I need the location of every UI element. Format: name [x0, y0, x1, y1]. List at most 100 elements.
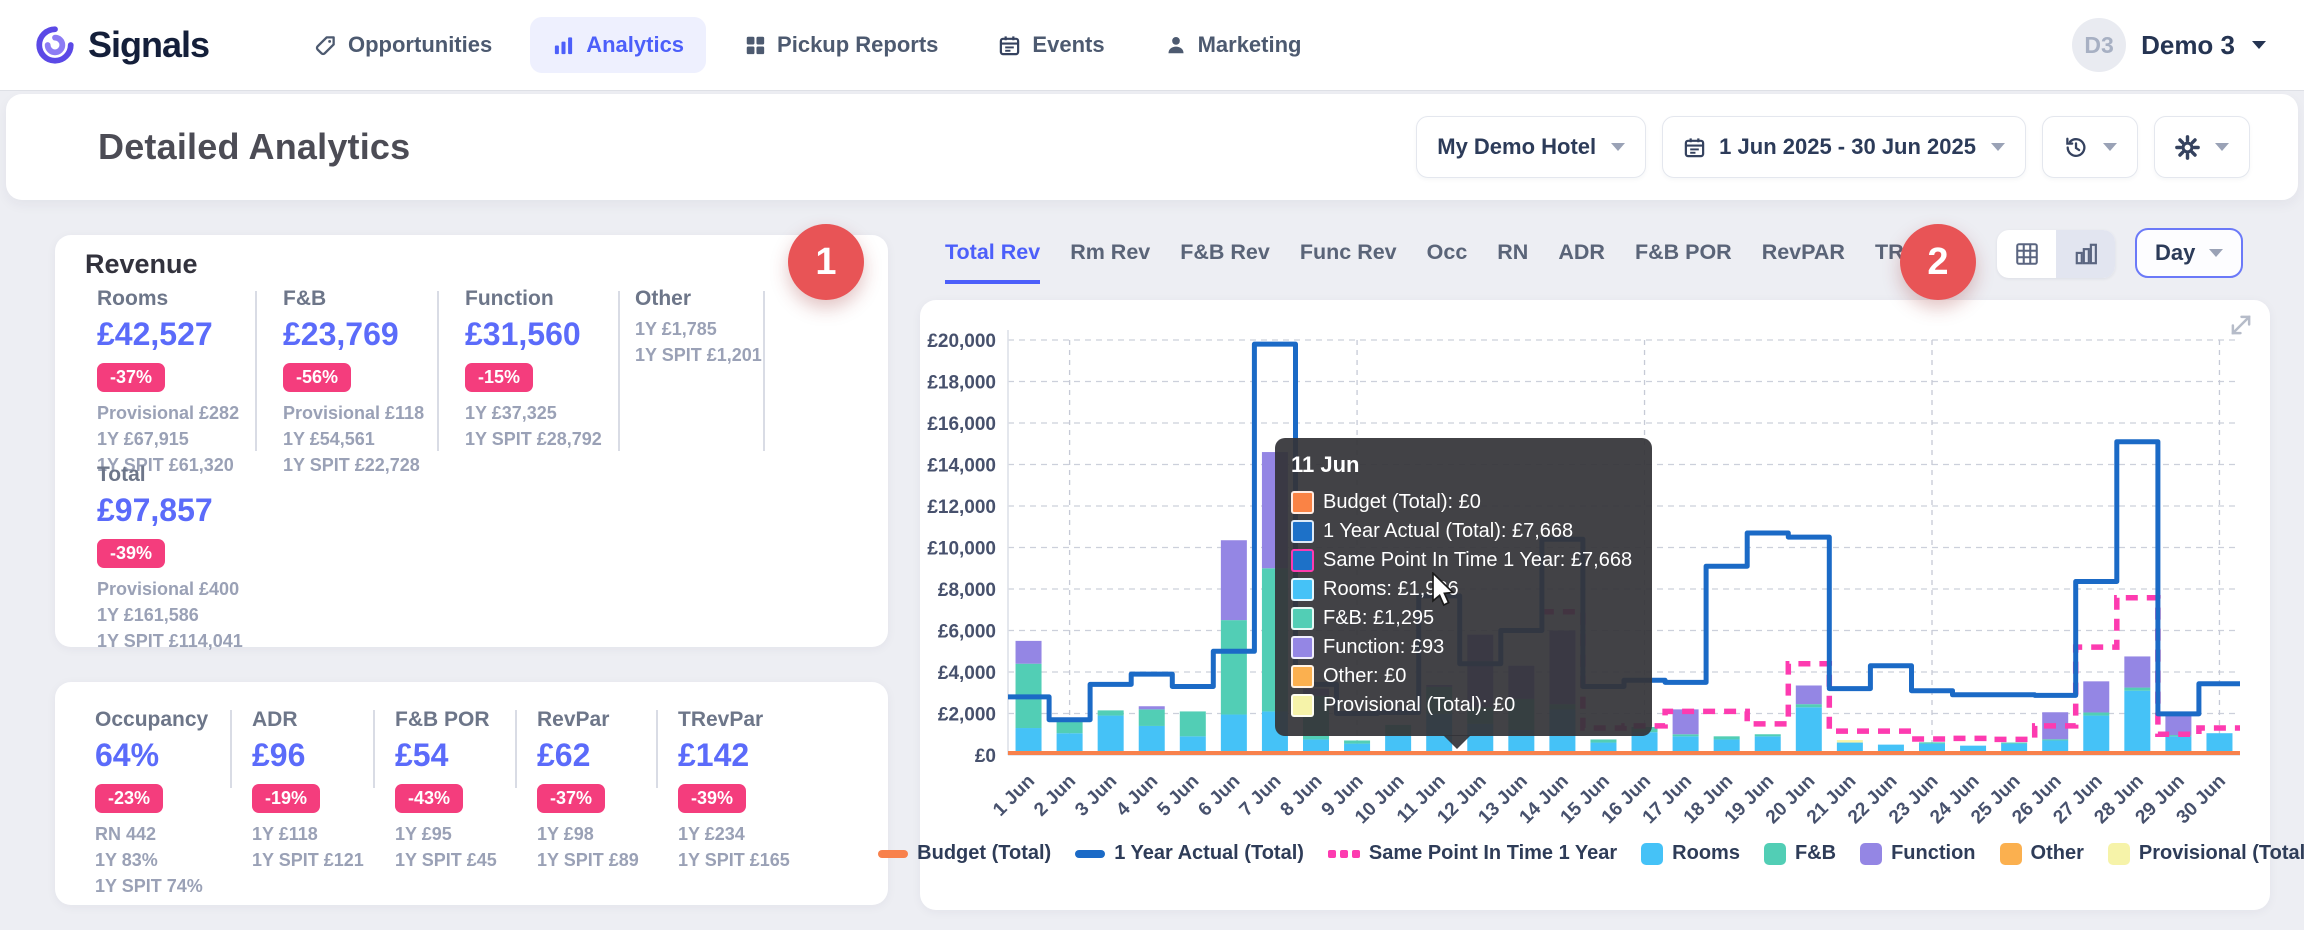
series-swatch: [1291, 694, 1314, 717]
legend-label: Function: [1891, 842, 1975, 865]
legend-item-same-point-in-time-1-year[interactable]: Same Point In Time 1 Year: [1328, 842, 1617, 865]
analytics-icon: [552, 34, 575, 57]
metric-details: 1Y £951Y SPIT £45: [395, 821, 497, 873]
hotel-selector-label: My Demo Hotel: [1437, 134, 1596, 160]
legend-item-1-year-actual-total[interactable]: 1 Year Actual (Total): [1075, 842, 1304, 865]
metric-trevpar: TRevPar£142-39%1Y £2341Y SPIT £165: [678, 708, 790, 873]
user-menu[interactable]: D3 Demo 3: [2072, 18, 2266, 72]
metric-value: £142: [678, 737, 790, 774]
page-header: Detailed Analytics My Demo Hotel 1 Jun 2…: [6, 94, 2298, 200]
legend-item-f-b[interactable]: F&B: [1764, 842, 1836, 865]
metric-rooms: Rooms£42,527-37%Provisional £2821Y £67,9…: [97, 287, 239, 478]
date-range-picker[interactable]: 1 Jun 2025 - 30 Jun 2025: [1662, 116, 2026, 178]
metric-detail-line: 1Y £234: [678, 821, 790, 847]
legend-item-function[interactable]: Function: [1860, 842, 1975, 865]
metric-tabs: Total Rev Rm Rev F&B Rev Func Rev Occ RN ADR F&…: [945, 240, 1971, 284]
tab-total-rev[interactable]: Total Rev: [945, 240, 1040, 284]
change-badge: -39%: [97, 539, 165, 568]
legend-item-rooms[interactable]: Rooms: [1641, 842, 1740, 865]
metric-detail-line: 1Y 83%: [95, 847, 208, 873]
tab-f-b-rev[interactable]: F&B Rev: [1180, 240, 1270, 284]
table-view-button[interactable]: [1997, 230, 2056, 278]
annotation-marker-2: 2: [1900, 224, 1976, 300]
grid-icon: [744, 34, 766, 56]
change-badge: -43%: [395, 784, 463, 813]
legend-item-other[interactable]: Other: [2000, 842, 2084, 865]
user-name: Demo 3: [2141, 30, 2235, 61]
tab-rm-rev[interactable]: Rm Rev: [1070, 240, 1150, 284]
gear-icon: [2175, 135, 2200, 160]
history-button[interactable]: [2042, 116, 2138, 178]
page-title: Detailed Analytics: [98, 126, 410, 168]
legend-swatch: [1075, 850, 1105, 858]
legend-swatch: [1328, 850, 1360, 858]
nav-item-label: Marketing: [1198, 32, 1302, 58]
metric-label: F&B POR: [395, 708, 497, 732]
chart-card: £0£2,000£4,000£6,000£8,000£10,000£12,000…: [920, 300, 2270, 910]
metric-detail-line: 1Y £37,325: [465, 400, 602, 426]
svg-text:2 Jun: 2 Jun: [1030, 771, 1080, 821]
svg-text:£2,000: £2,000: [938, 705, 996, 726]
tab-f-b-por[interactable]: F&B POR: [1635, 240, 1732, 284]
chart-tooltip: 11 Jun Budget (Total): £01 Year Actual (…: [1275, 438, 1652, 736]
tooltip-row-text: F&B: £1,295: [1323, 604, 1434, 633]
metric-value: £31,560: [465, 316, 602, 353]
metric-label: ADR: [252, 708, 364, 732]
change-badge: -23%: [95, 784, 163, 813]
series-swatch: [1291, 491, 1314, 514]
granularity-label: Day: [2155, 240, 2195, 266]
nav-item-pickup-reports[interactable]: Pickup Reports: [722, 17, 960, 73]
nav-item-marketing[interactable]: Marketing: [1143, 17, 1324, 73]
brand-logo[interactable]: Signals: [34, 24, 284, 66]
legend-label: F&B: [1795, 842, 1836, 865]
metric-detail-line: 1Y SPIT £1,201: [635, 342, 762, 368]
chart-legend: Budget (Total)1 Year Actual (Total)Same …: [920, 842, 2270, 865]
tab-adr[interactable]: ADR: [1558, 240, 1605, 284]
svg-text:6 Jun: 6 Jun: [1194, 771, 1244, 821]
tab-occ[interactable]: Occ: [1427, 240, 1468, 284]
history-icon: [2063, 135, 2088, 160]
legend-label: 1 Year Actual (Total): [1114, 842, 1304, 865]
hotel-selector[interactable]: My Demo Hotel: [1416, 116, 1646, 178]
avatar: D3: [2072, 18, 2126, 72]
revenue-card-title: Revenue: [85, 249, 198, 280]
metric-value: £42,527: [97, 316, 239, 353]
chart-view-button[interactable]: [2056, 230, 2115, 278]
brand-name: Signals: [88, 24, 209, 66]
svg-text:£20,000: £20,000: [927, 331, 996, 352]
tooltip-row: Budget (Total): £0: [1291, 488, 1632, 517]
legend-item-budget-total[interactable]: Budget (Total): [878, 842, 1051, 865]
column-divider: [656, 710, 658, 788]
column-divider: [230, 710, 232, 788]
legend-item-provisional-total[interactable]: Provisional (Total): [2108, 842, 2304, 865]
metric-detail-line: 1Y £161,586: [97, 602, 243, 628]
tab-func-rev[interactable]: Func Rev: [1300, 240, 1397, 284]
tab-revpar[interactable]: RevPAR: [1762, 240, 1845, 284]
nav-item-opportunities[interactable]: Opportunities: [292, 17, 514, 73]
nav-item-events[interactable]: Events: [976, 17, 1126, 73]
series-swatch: [1291, 636, 1314, 659]
legend-swatch: [2108, 843, 2130, 865]
column-divider: [618, 291, 620, 451]
metric-details: 1Y £981Y SPIT £89: [537, 821, 639, 873]
top-nav: Signals Opportunities Analytics Pickup Rep…: [0, 0, 2304, 90]
metric-value: £97,857: [97, 492, 243, 529]
svg-text:£14,000: £14,000: [927, 456, 996, 477]
metric-value: £23,769: [283, 316, 424, 353]
column-divider: [437, 291, 439, 451]
change-badge: -19%: [252, 784, 320, 813]
metric-f-b: F&B£23,769-56%Provisional £1181Y £54,561…: [283, 287, 424, 478]
svg-text:£12,000: £12,000: [927, 497, 996, 518]
nav-item-analytics[interactable]: Analytics: [530, 17, 706, 73]
tab-rn[interactable]: RN: [1497, 240, 1528, 284]
metric-revpar: RevPar£62-37%1Y £981Y SPIT £89: [537, 708, 639, 873]
settings-button[interactable]: [2154, 116, 2250, 178]
column-divider: [515, 710, 517, 788]
metric-function: Function£31,560-15%1Y £37,3251Y SPIT £28…: [465, 287, 602, 452]
metric-detail-line: 1Y £67,915: [97, 426, 239, 452]
metric-details: 1Y £2341Y SPIT £165: [678, 821, 790, 873]
legend-swatch: [1641, 843, 1663, 865]
granularity-select[interactable]: Day: [2135, 228, 2243, 278]
metric-detail-line: Provisional £282: [97, 400, 239, 426]
change-badge: -56%: [283, 363, 351, 392]
